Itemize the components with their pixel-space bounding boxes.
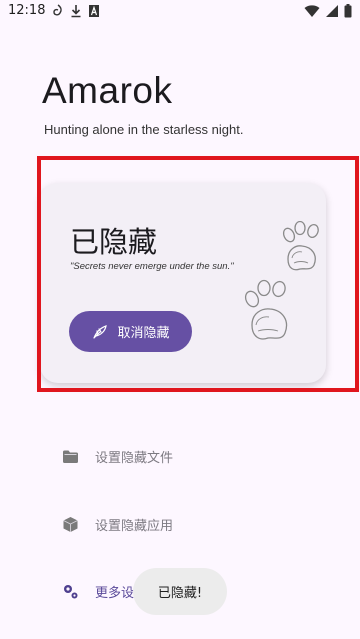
- folder-icon: [63, 450, 78, 463]
- unhide-button[interactable]: 取消隐藏: [69, 311, 192, 352]
- font-a-icon: [89, 5, 99, 17]
- toast-message: 已隐藏!: [133, 568, 227, 615]
- notification-icons: [52, 4, 100, 18]
- card-quote: "Secrets never emerge under the sun.": [70, 261, 234, 272]
- toast-text: 已隐藏!: [157, 586, 203, 601]
- status-time: 12:18: [8, 3, 46, 18]
- status-bar: 12:18: [0, 0, 360, 26]
- hide-status-card: 已隐藏 "Secrets never emerge under the sun.…: [40, 183, 326, 383]
- paw-print-icon: [282, 221, 319, 271]
- hook-icon: [53, 4, 62, 16]
- signal-icon: [326, 5, 338, 17]
- battery-icon: [344, 4, 352, 18]
- paw-print-icon-large: [244, 279, 288, 340]
- app-box-icon: [63, 517, 78, 532]
- menu-item-hide-apps-label: 设置隐藏应用: [95, 519, 174, 534]
- menu-item-hide-files[interactable]: 设置隐藏文件: [62, 447, 173, 466]
- app-subtitle: Hunting alone in the starless night.: [44, 122, 244, 137]
- menu-item-hide-apps[interactable]: 设置隐藏应用: [62, 515, 173, 534]
- menu-item-hide-files-label: 设置隐藏文件: [95, 451, 174, 466]
- wifi-icon: [304, 5, 320, 17]
- download-icon: [71, 5, 81, 18]
- feather-icon: [93, 324, 108, 339]
- system-icons: [304, 4, 352, 18]
- settings-gears-icon: [64, 585, 78, 599]
- unhide-button-label: 取消隐藏: [117, 326, 170, 341]
- app-title: Amarok: [42, 70, 173, 111]
- hide-status-title: 已隐藏: [70, 225, 158, 259]
